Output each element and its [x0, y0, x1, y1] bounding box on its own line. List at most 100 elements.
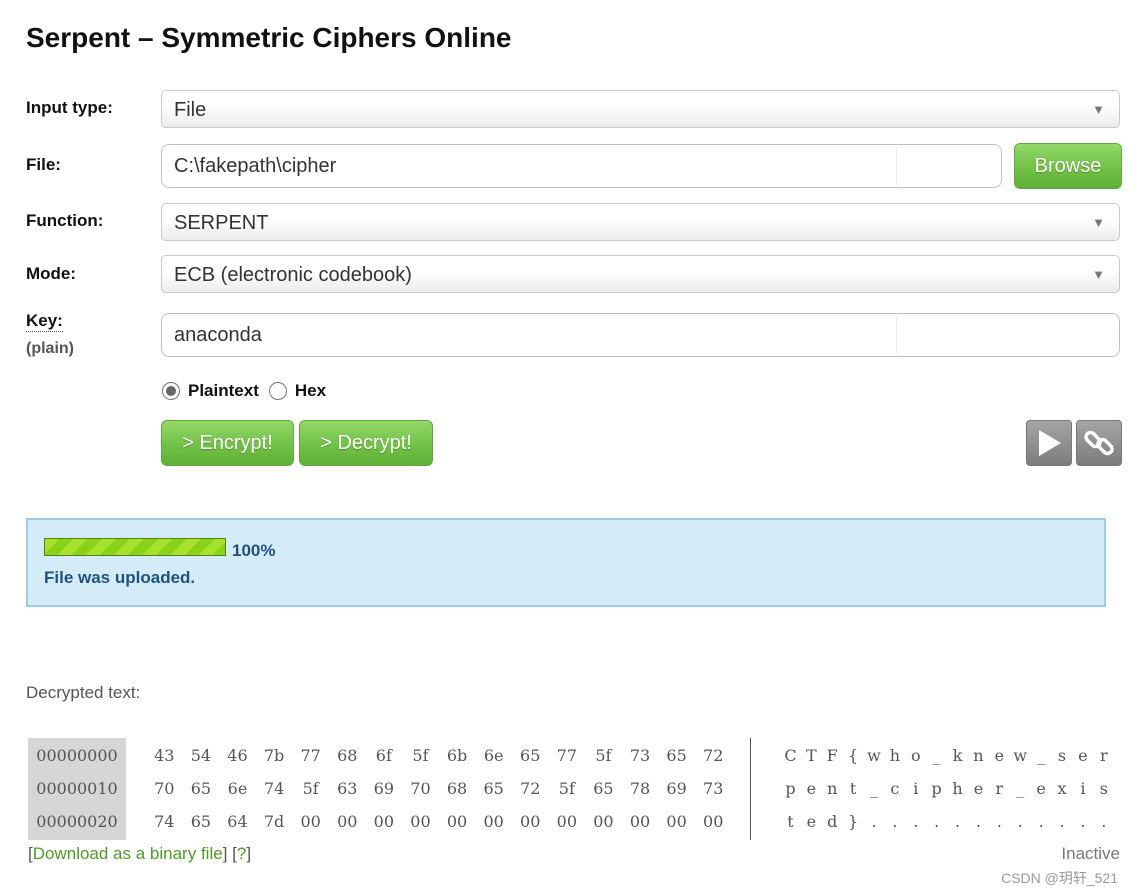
- ascii-char: w: [1013, 746, 1028, 765]
- hex-viewer: 00000000 00000010 00000020 43 54 46 7b 77 68 6f 5…: [28, 738, 1118, 840]
- hex-radio[interactable]: [268, 382, 287, 400]
- ascii-char: e: [806, 779, 817, 798]
- ascii-row: p e n t _ c i p h e r _ e x i s: [780, 771, 1120, 804]
- upload-status-panel: 100% File was uploaded.: [26, 518, 1106, 607]
- ascii-char: r: [1099, 746, 1108, 765]
- field-divider: [896, 316, 897, 354]
- hex-byte: 7b: [263, 746, 285, 765]
- encrypt-button[interactable]: > Encrypt!: [161, 420, 294, 466]
- ascii-char: s: [1099, 779, 1108, 798]
- hex-byte: 65: [190, 812, 212, 831]
- plaintext-radio[interactable]: [162, 382, 180, 400]
- hex-row: 74 65 64 7d 00 00 00 00 00 00 00 00 00 00 00 00: [146, 804, 746, 837]
- hex-byte: 7d: [263, 812, 285, 831]
- hex-byte: 00: [629, 812, 651, 831]
- ascii-char: .: [913, 812, 919, 831]
- hex-byte: 65: [520, 746, 541, 765]
- hex-byte: 69: [666, 779, 687, 798]
- hex-byte: 6e: [483, 746, 504, 765]
- hex-row: 43 54 46 7b 77 68 6f 5f 6b 6e 65 77 5f 73 65 72: [146, 738, 746, 771]
- ascii-char: t: [787, 812, 794, 831]
- page-title: Serpent – Symmetric Ciphers Online: [26, 22, 512, 53]
- hex-byte: 72: [520, 779, 541, 798]
- ascii-char: T: [806, 746, 817, 765]
- hex-byte: 6f: [375, 746, 392, 765]
- dropdown-arrow-icon: ▼: [1092, 102, 1105, 117]
- hex-byte: 70: [410, 779, 431, 798]
- key-input[interactable]: anaconda: [161, 313, 1120, 357]
- ascii-char: .: [1080, 812, 1086, 831]
- ascii-char: }: [848, 812, 859, 831]
- mode-select[interactable]: ECB (electronic codebook) ▼: [161, 255, 1120, 293]
- hex-byte: 5f: [412, 746, 429, 765]
- function-select[interactable]: SERPENT ▼: [161, 203, 1120, 241]
- ascii-column: C T F{w h o _ k n e w _ s e r p e n t _ c i p h e r _ e x i s t e d}....…: [780, 738, 1120, 837]
- output-state-text: Inactive: [1061, 844, 1120, 863]
- ascii-char: .: [934, 812, 940, 831]
- mode-label: Mode:: [26, 264, 77, 283]
- ascii-char: x: [1057, 779, 1067, 798]
- hex-byte: 00: [593, 812, 614, 831]
- upload-status-message: File was uploaded.: [44, 568, 196, 587]
- download-binary-link[interactable]: Download as a binary file: [33, 844, 223, 863]
- decrypt-button[interactable]: > Decrypt!: [299, 420, 433, 466]
- link-icon: [1084, 430, 1114, 456]
- hex-byte: 65: [190, 779, 212, 798]
- hex-byte: 5f: [558, 779, 575, 798]
- input-type-value: File: [174, 99, 207, 121]
- bracket-text: ] [: [222, 844, 237, 863]
- ascii-char: h: [889, 746, 901, 765]
- ascii-char: .: [1017, 812, 1023, 831]
- function-value: SERPENT: [174, 212, 269, 234]
- download-links: [Download as a binary file] [?]: [28, 844, 251, 864]
- hex-offset: 00000020: [36, 812, 118, 831]
- hex-byte: 46: [227, 746, 248, 765]
- play-button[interactable]: [1026, 420, 1072, 466]
- hex-byte: 54: [190, 746, 212, 765]
- hex-byte: 00: [373, 812, 395, 831]
- browse-button[interactable]: Browse: [1014, 143, 1122, 189]
- input-type-select[interactable]: File ▼: [161, 90, 1120, 128]
- ascii-char: e: [1078, 746, 1088, 765]
- mode-value: ECB (electronic codebook): [174, 264, 412, 286]
- ascii-char: _: [1016, 779, 1025, 798]
- hex-byte: 5f: [302, 779, 319, 798]
- ascii-char: d: [827, 812, 838, 831]
- ascii-char: o: [910, 746, 921, 765]
- hex-byte: 00: [666, 812, 687, 831]
- upload-progress-text: 100%: [232, 541, 276, 560]
- hex-byte: 00: [520, 812, 541, 831]
- dropdown-arrow-icon: ▼: [1092, 215, 1105, 230]
- link-button[interactable]: [1076, 420, 1122, 466]
- ascii-char: n: [827, 779, 838, 798]
- hex-byte: 5f: [595, 746, 612, 765]
- hex-byte: 00: [703, 812, 724, 831]
- upload-progress-bar: [44, 538, 226, 556]
- ascii-char: i: [1080, 779, 1086, 798]
- hex-byte: 72: [703, 746, 724, 765]
- hex-byte: 65: [666, 746, 687, 765]
- key-format-sublabel: (plain): [26, 340, 74, 357]
- hex-byte: 64: [227, 812, 248, 831]
- key-value: anaconda: [174, 324, 262, 346]
- ascii-char: C: [784, 746, 797, 765]
- upload-progress-fill: [45, 539, 225, 555]
- hex-radio-label[interactable]: Hex: [295, 381, 326, 401]
- dropdown-arrow-icon: ▼: [1092, 267, 1105, 282]
- ascii-char: s: [1057, 746, 1067, 765]
- ascii-row: t e d}............: [780, 804, 1120, 837]
- hex-byte: 74: [263, 779, 285, 798]
- ascii-char: c: [890, 779, 900, 798]
- ascii-char: e: [994, 746, 1005, 765]
- hex-byte: 65: [593, 779, 614, 798]
- hex-byte: 69: [373, 779, 395, 798]
- offset-column: 00000000 00000010 00000020: [28, 738, 126, 840]
- ascii-char: _: [1037, 746, 1046, 765]
- ascii-char: .: [955, 812, 961, 831]
- ascii-char: F: [826, 746, 838, 765]
- plaintext-radio-label[interactable]: Plaintext: [188, 381, 259, 401]
- help-link[interactable]: ?: [237, 844, 246, 863]
- file-path-field[interactable]: C:\fakepath\cipher: [161, 144, 1002, 188]
- hex-byte: 65: [483, 779, 504, 798]
- hex-byte: 6e: [227, 779, 248, 798]
